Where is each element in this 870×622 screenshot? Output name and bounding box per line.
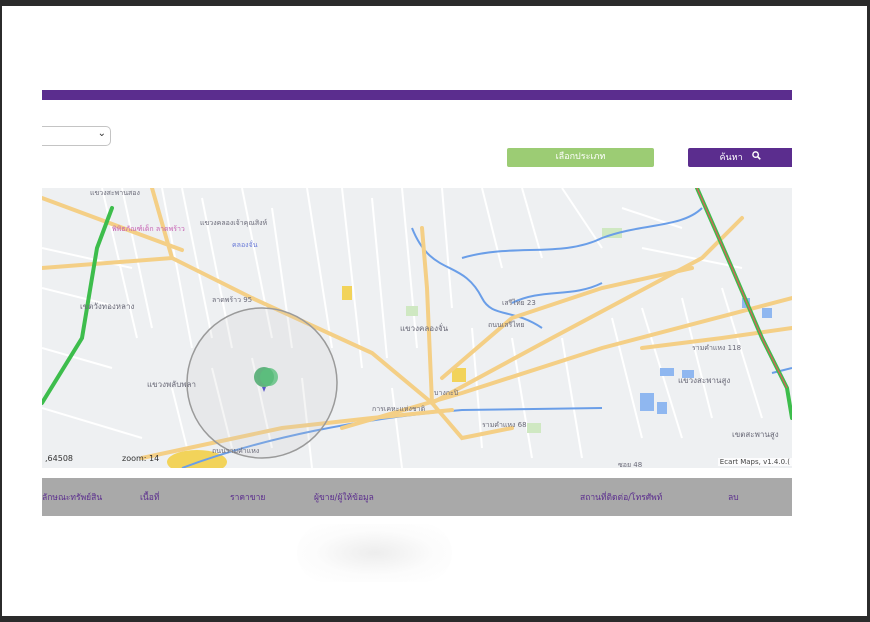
zoom-level: zoom: 14 (122, 454, 160, 463)
map-label: ถนนเสรีไทย (488, 321, 525, 329)
map-label: พิพิธภัณฑ์เด็ก ลาดพร้าว (112, 225, 185, 233)
column-header-delete[interactable]: ลบ (728, 490, 739, 504)
loading-placeholder (297, 524, 452, 582)
map-label: คลองจั่น (232, 241, 258, 249)
map-label: แขวงสะพานสอง (90, 189, 140, 197)
map-label: เขตวังทองหลาง (80, 302, 135, 311)
column-header-price[interactable]: ราคาขาย (230, 490, 265, 504)
page-window: ⌄ เลือกประเภท ค้นหา แขวงสะพานสอง แขวงคลอ… (2, 6, 867, 616)
column-header-seller[interactable]: ผู้ขาย/ผู้ให้ข้อมูล (314, 490, 374, 504)
map-label: บางกะปิ (434, 389, 459, 397)
column-header-property-type[interactable]: ลักษณะทรัพย์สิน (42, 490, 102, 504)
location-marker[interactable] (249, 365, 279, 395)
map-view[interactable]: แขวงสะพานสอง แขวงคลองเจ้าคุณสิงห์ พิพิธภ… (42, 188, 792, 468)
map-label: ลาดพร้าว 95 (212, 296, 253, 304)
search-button-label: ค้นหา (719, 153, 743, 163)
map-label: แขวงคลองจั่น (400, 324, 449, 333)
search-icon (751, 148, 761, 167)
header-bar (42, 90, 792, 100)
category-select[interactable]: ⌄ (42, 126, 111, 146)
results-table-header: ลักษณะทรัพย์สิน เนื้อที่ ราคาขาย ผู้ขาย/… (42, 478, 792, 516)
map-label: รามคำแหง 118 (692, 344, 742, 352)
map-label: แขวงสะพานสูง (678, 376, 731, 385)
map-label: เขตสะพานสูง (732, 430, 779, 439)
map-label: ซอย 48 (618, 461, 643, 468)
map-label: ถนนรามคำแหง (212, 447, 260, 455)
coordinate-readout: ,64508 (45, 454, 73, 463)
column-header-contact[interactable]: สถานที่ติดต่อ/โทรศัพท์ (580, 490, 662, 504)
map-label: แขวงพลับพลา (147, 380, 196, 389)
chevron-down-icon: ⌄ (97, 128, 106, 139)
map-label: แขวงคลองเจ้าคุณสิงห์ (200, 219, 268, 227)
map-label: เสรีไทย 23 (502, 299, 536, 307)
map-label: การเคหะแห่งชาติ (372, 405, 426, 413)
column-header-area[interactable]: เนื้อที่ (140, 490, 159, 504)
map-credit: Ecart Maps, v1.4.0.( (717, 458, 792, 466)
map-label: รามคำแหง 68 (482, 421, 527, 429)
select-type-button[interactable]: เลือกประเภท (507, 148, 654, 167)
search-button[interactable]: ค้นหา (688, 148, 792, 167)
